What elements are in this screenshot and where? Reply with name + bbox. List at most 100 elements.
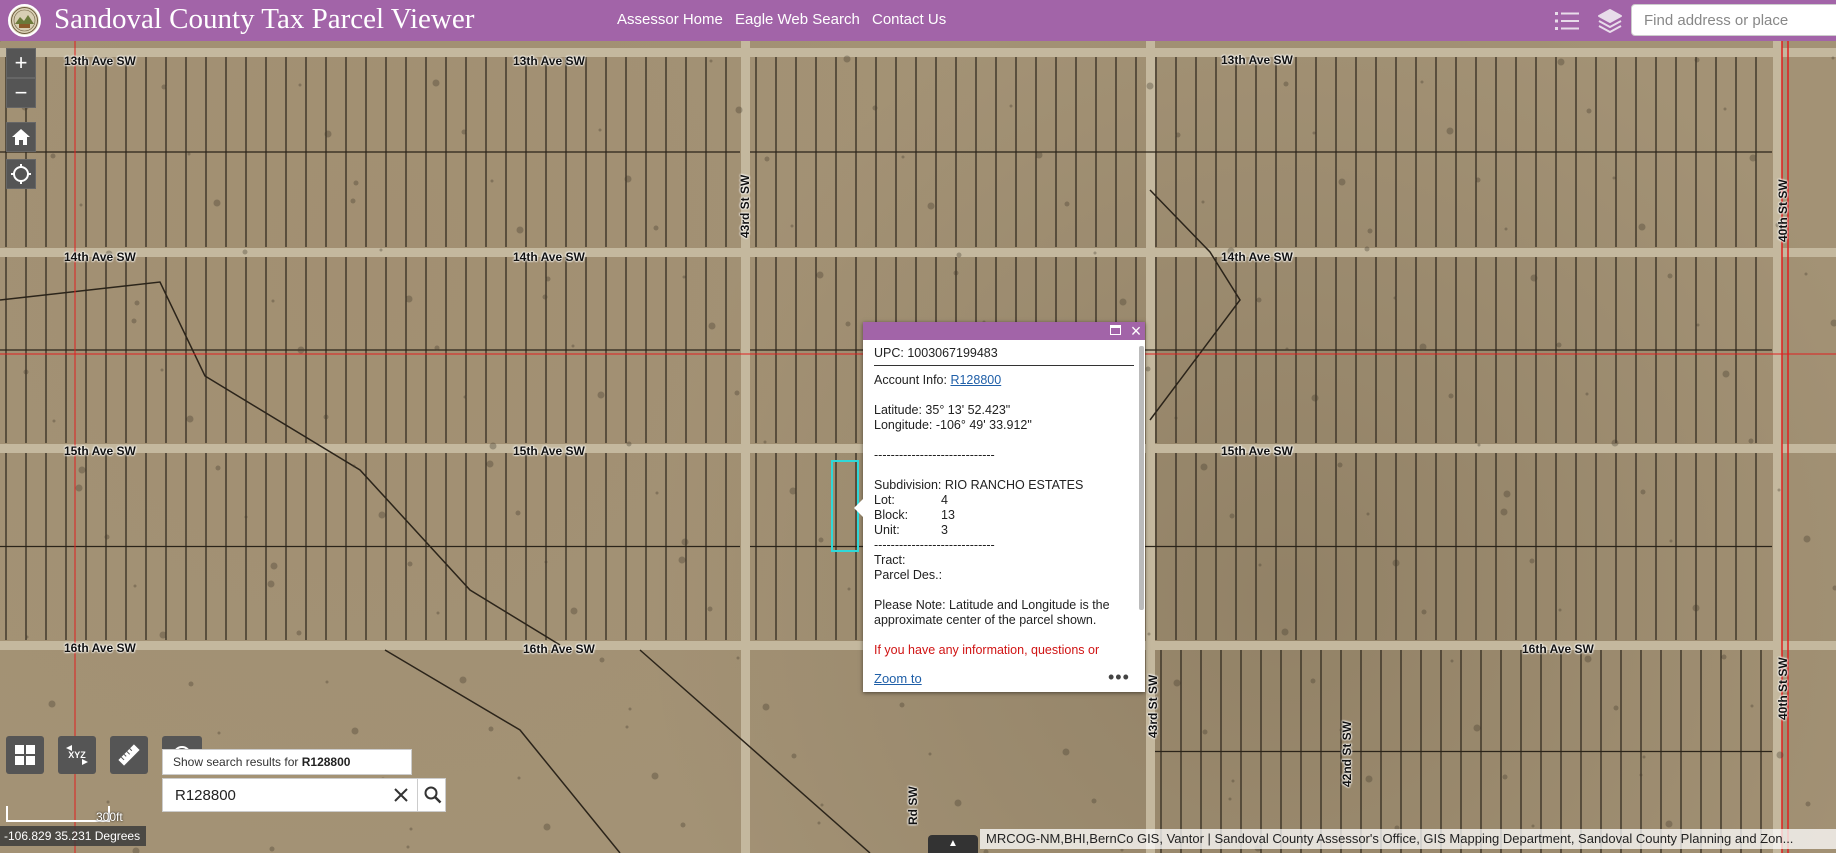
shrub [52,419,56,423]
maximize-icon[interactable] [1110,325,1121,335]
close-icon [394,788,408,802]
shrub [1229,513,1235,519]
zoom-to-link[interactable]: Zoom to [874,671,922,686]
shrub [131,318,137,324]
shrub [1503,490,1511,498]
nav-contact-us[interactable]: Contact Us [872,11,946,28]
shrub [790,224,794,228]
search-suggestion[interactable]: Show search results for R128800 [162,749,412,775]
shrub [1722,370,1730,378]
unit-row: Unit: 3 [874,523,1134,538]
shrub [515,510,521,516]
shrub [1502,774,1508,780]
shrub [353,180,359,186]
search-suggestion-term: R128800 [301,755,351,769]
street-label: 16th Ave SW [523,642,595,656]
locate-button[interactable] [6,159,36,189]
shrub [78,466,86,474]
more-actions-icon[interactable]: ••• [1108,667,1130,688]
subdivision-text: Subdivision: RIO RANCHO ESTATES [874,478,1084,492]
attribution-toggle[interactable]: ▲ [928,835,978,853]
street-label: 13th Ave SW [513,54,585,68]
popup-scrollbar[interactable] [1139,346,1144,610]
clear-search-button[interactable] [385,779,417,811]
shrub [651,772,659,780]
shrub [843,55,851,63]
street-label: 43rd St SW [1146,674,1160,738]
nav-assessor-home[interactable]: Assessor Home [617,11,723,28]
shrub [1669,539,1673,543]
shrub [1584,655,1592,663]
shrub [324,130,332,138]
shrub [1147,632,1151,636]
street-label: 15th Ave SW [1221,444,1293,458]
shrub [1093,251,1097,255]
shrub [954,799,962,807]
shrub [1119,298,1127,306]
contact-warning: If you have any information, questions o… [874,643,1100,657]
legend-list-icon[interactable] [1553,7,1581,35]
app-header: Sandoval County Tax Parcel Viewer Assess… [0,0,1836,41]
shrub [1200,463,1208,471]
street-label: 14th Ave SW [1221,250,1293,264]
basemap-gallery-button[interactable] [6,736,44,774]
shrub [1256,297,1262,303]
shrub [953,270,959,276]
shrub [1421,609,1427,615]
parcel-search-input[interactable] [163,779,383,811]
lot-label: Lot: [874,493,895,507]
shrub [1366,512,1370,516]
shrub [1805,801,1811,807]
shrub [1035,151,1043,159]
shrub [899,702,905,708]
zoom-out-button[interactable]: − [6,78,36,108]
street-label: Rd SW [906,786,920,825]
shrub [625,725,629,729]
shrub [1419,343,1427,351]
measure-button[interactable] [110,736,148,774]
shrub [678,556,686,564]
zoom-in-button[interactable]: + [6,48,36,78]
county-seal-logo[interactable] [8,4,41,37]
shrub [407,561,413,567]
block-row: Block: 13 [874,508,1134,523]
shrub [1667,273,1673,279]
shrub [545,276,551,282]
shrub [104,534,110,540]
shrub [1612,176,1616,180]
scale-bar [6,806,110,822]
shrub [1312,131,1316,135]
shrub [818,537,824,543]
shrub [1420,80,1424,84]
account-link[interactable]: R128800 [950,373,1001,387]
block-label: Block: [874,508,909,522]
shrub [1777,488,1781,492]
search-icon [424,786,442,804]
shrub [1613,705,1619,711]
shrub [820,803,824,807]
latitude-text: Latitude: 35° 13' 52.423" [874,403,1011,417]
search-button[interactable] [417,779,448,811]
shrub [271,299,275,303]
ruler-icon [118,744,140,766]
shrub [296,630,302,636]
street-label: 14th Ave SW [513,250,585,264]
shrub [845,321,851,327]
shrub [516,226,524,234]
shrub [1285,347,1289,351]
shrub [1694,57,1700,63]
close-popup-button[interactable]: × [1127,322,1145,340]
shrub [1446,127,1454,135]
shrub [763,440,767,444]
popup-content: UPC: 1003067199483 Account Info: R128800… [874,346,1134,660]
arroyo-line [0,281,561,646]
coordinate-tool-button[interactable]: XYZ [58,736,96,774]
address-search-input[interactable] [1631,4,1836,36]
lot-row: Lot: 4 [874,493,1134,508]
nav-eagle-web-search[interactable]: Eagle Web Search [735,11,860,28]
home-button[interactable] [6,122,36,152]
layers-icon[interactable] [1596,7,1624,35]
shrub [160,368,164,372]
shrub [25,635,29,639]
shrub [707,606,713,612]
